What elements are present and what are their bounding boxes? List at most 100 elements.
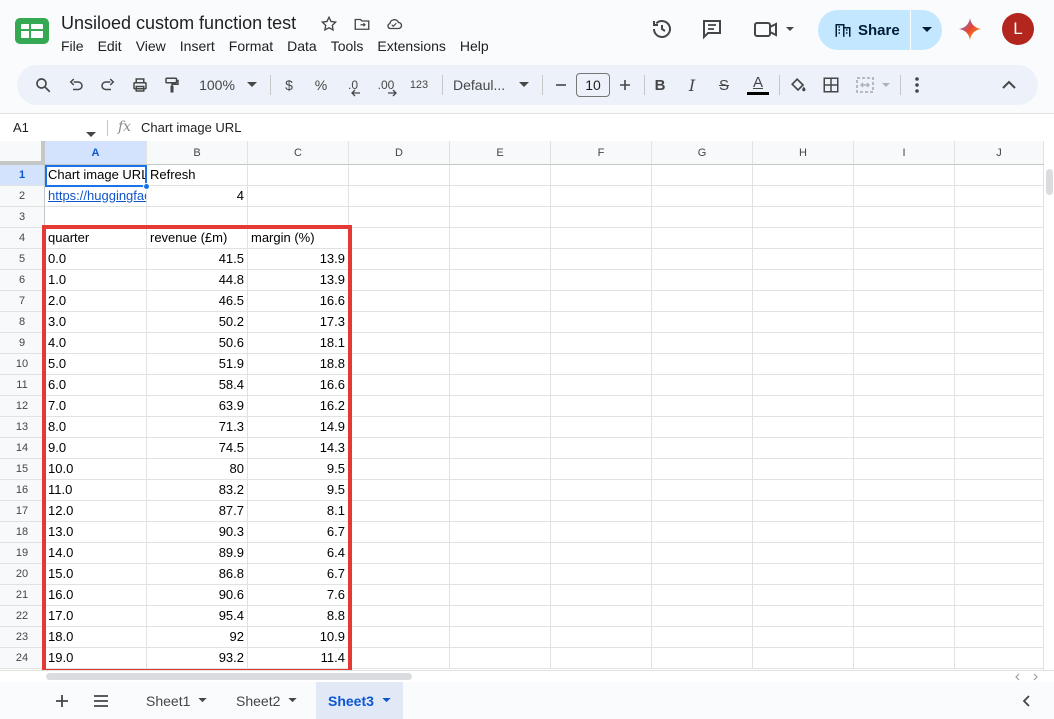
- cell-b18[interactable]: 90.3: [147, 522, 248, 543]
- cell-d10[interactable]: [349, 354, 450, 375]
- menu-data[interactable]: Data: [280, 37, 324, 55]
- cell-g16[interactable]: [652, 480, 753, 501]
- cell-f1[interactable]: [551, 165, 652, 186]
- font-family-select[interactable]: Defaul...: [453, 73, 509, 97]
- cell-a6[interactable]: 1.0: [45, 270, 147, 291]
- cell-d24[interactable]: [349, 648, 450, 669]
- cell-h17[interactable]: [753, 501, 854, 522]
- scroll-arrows-icon[interactable]: [1012, 672, 1042, 682]
- cell-h23[interactable]: [753, 627, 854, 648]
- cell-c23[interactable]: 10.9: [248, 627, 349, 648]
- cell-i24[interactable]: [854, 648, 955, 669]
- cell-h6[interactable]: [753, 270, 854, 291]
- sheet-tab-sheet1[interactable]: Sheet1: [134, 682, 219, 719]
- cell-d2[interactable]: [349, 186, 450, 207]
- cell-f13[interactable]: [551, 417, 652, 438]
- cell-i12[interactable]: [854, 396, 955, 417]
- cell-f2[interactable]: [551, 186, 652, 207]
- cell-a17[interactable]: 12.0: [45, 501, 147, 522]
- cell-d14[interactable]: [349, 438, 450, 459]
- cell-f9[interactable]: [551, 333, 652, 354]
- cell-i2[interactable]: [854, 186, 955, 207]
- sheet-tab-sheet3[interactable]: Sheet3: [316, 682, 403, 719]
- font-dropdown-icon[interactable]: [517, 73, 531, 97]
- row-header[interactable]: 22: [0, 606, 45, 627]
- cell-b15[interactable]: 80: [147, 459, 248, 480]
- column-header-b[interactable]: B: [147, 141, 248, 165]
- cell-d1[interactable]: [349, 165, 450, 186]
- cell-c6[interactable]: 13.9: [248, 270, 349, 291]
- cell-a4[interactable]: quarter: [45, 228, 147, 249]
- cell-a3[interactable]: [45, 207, 147, 228]
- cell-h8[interactable]: [753, 312, 854, 333]
- cell-i14[interactable]: [854, 438, 955, 459]
- cell-d17[interactable]: [349, 501, 450, 522]
- cell-c15[interactable]: 9.5: [248, 459, 349, 480]
- cell-g22[interactable]: [652, 606, 753, 627]
- share-button[interactable]: Share: [818, 10, 942, 50]
- cell-g8[interactable]: [652, 312, 753, 333]
- row-header[interactable]: 3: [0, 207, 45, 228]
- cell-h2[interactable]: [753, 186, 854, 207]
- cell-d19[interactable]: [349, 543, 450, 564]
- cell-j7[interactable]: [955, 291, 1044, 312]
- redo-icon[interactable]: [96, 73, 120, 97]
- cell-e12[interactable]: [450, 396, 551, 417]
- cell-h11[interactable]: [753, 375, 854, 396]
- cell-h22[interactable]: [753, 606, 854, 627]
- share-dropdown-icon[interactable]: [911, 10, 942, 50]
- cell-c21[interactable]: 7.6: [248, 585, 349, 606]
- print-icon[interactable]: [128, 73, 152, 97]
- percent-format-button[interactable]: %: [311, 73, 331, 97]
- column-header-j[interactable]: J: [955, 141, 1044, 165]
- cell-i4[interactable]: [854, 228, 955, 249]
- cell-c24[interactable]: 11.4: [248, 648, 349, 669]
- cell-j13[interactable]: [955, 417, 1044, 438]
- cell-b20[interactable]: 86.8: [147, 564, 248, 585]
- cell-d21[interactable]: [349, 585, 450, 606]
- cell-b2[interactable]: 4: [147, 186, 248, 207]
- cell-h15[interactable]: [753, 459, 854, 480]
- add-sheet-icon[interactable]: [52, 682, 72, 719]
- cell-e24[interactable]: [450, 648, 551, 669]
- cell-j20[interactable]: [955, 564, 1044, 585]
- row-header[interactable]: 19: [0, 543, 45, 564]
- cell-g15[interactable]: [652, 459, 753, 480]
- row-header[interactable]: 7: [0, 291, 45, 312]
- menu-format[interactable]: Format: [222, 37, 280, 55]
- currency-format-button[interactable]: $: [279, 73, 299, 97]
- row-header[interactable]: 1: [0, 165, 45, 186]
- cell-i10[interactable]: [854, 354, 955, 375]
- sheet-tab-sheet2[interactable]: Sheet2: [224, 682, 309, 719]
- cell-j3[interactable]: [955, 207, 1044, 228]
- cell-a5[interactable]: 0.0: [45, 249, 147, 270]
- row-header[interactable]: 20: [0, 564, 45, 585]
- cell-i9[interactable]: [854, 333, 955, 354]
- cell-e17[interactable]: [450, 501, 551, 522]
- cell-a11[interactable]: 6.0: [45, 375, 147, 396]
- cell-h7[interactable]: [753, 291, 854, 312]
- cell-a9[interactable]: 4.0: [45, 333, 147, 354]
- cell-i7[interactable]: [854, 291, 955, 312]
- merge-cells-icon[interactable]: [855, 73, 895, 97]
- cell-d5[interactable]: [349, 249, 450, 270]
- borders-icon[interactable]: [820, 73, 842, 97]
- cell-a19[interactable]: 14.0: [45, 543, 147, 564]
- cell-f19[interactable]: [551, 543, 652, 564]
- cell-c5[interactable]: 13.9: [248, 249, 349, 270]
- formula-input[interactable]: Chart image URL: [141, 120, 241, 135]
- paint-format-icon[interactable]: [160, 73, 184, 97]
- cell-f7[interactable]: [551, 291, 652, 312]
- gemini-icon[interactable]: [957, 16, 983, 42]
- cell-a24[interactable]: 19.0: [45, 648, 147, 669]
- cell-j16[interactable]: [955, 480, 1044, 501]
- cell-b13[interactable]: 71.3: [147, 417, 248, 438]
- cell-e9[interactable]: [450, 333, 551, 354]
- cell-f17[interactable]: [551, 501, 652, 522]
- increase-font-size-icon[interactable]: [616, 73, 634, 97]
- cell-g5[interactable]: [652, 249, 753, 270]
- cell-a22[interactable]: 17.0: [45, 606, 147, 627]
- row-header[interactable]: 21: [0, 585, 45, 606]
- cell-e2[interactable]: [450, 186, 551, 207]
- cell-i15[interactable]: [854, 459, 955, 480]
